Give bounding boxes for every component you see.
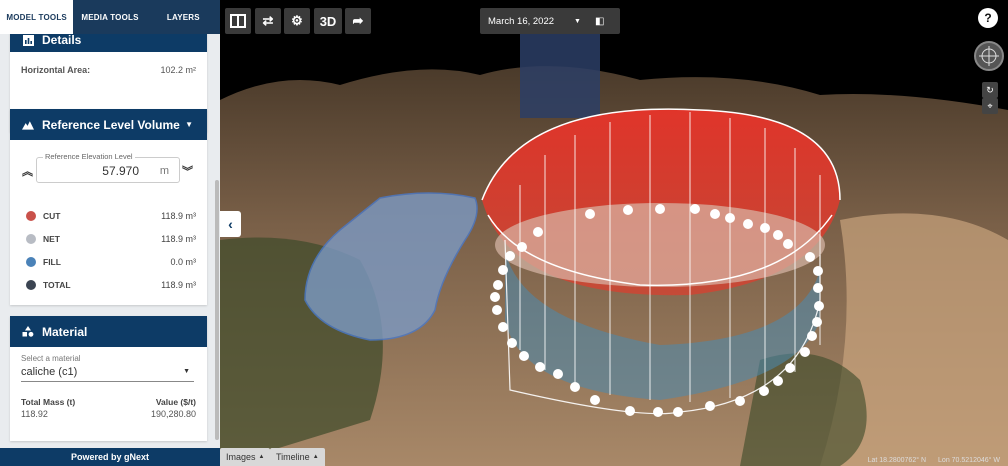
chevron-double-up-icon[interactable]: ︽ xyxy=(22,163,33,179)
volume-value: 0.0 m³ xyxy=(170,257,196,267)
reference-volume-title: Reference Level Volume xyxy=(42,117,180,132)
shapes-icon xyxy=(22,326,34,338)
material-card: Material Select a material caliche (c1) … xyxy=(10,316,207,441)
coordinate-readout: Lat 18.2800762° N Lon 70.5212046° W xyxy=(868,457,1000,464)
caret-up-icon: ▲ xyxy=(312,454,319,460)
focus-icon: ⌖ xyxy=(987,100,993,111)
help-button[interactable]: ? xyxy=(978,8,998,28)
elevation-value[interactable]: 57.970 xyxy=(102,164,139,178)
caret-down-icon: ▼ xyxy=(574,17,581,25)
swap-button[interactable]: ⇄ xyxy=(255,8,281,34)
material-title: Material xyxy=(42,324,88,339)
rotate-icon: ↻ xyxy=(986,84,994,95)
reference-volume-card: Reference Level Volume ▼ ︽ Reference Ele… xyxy=(10,109,207,305)
longitude: Lon 70.5212046° W xyxy=(938,457,1000,464)
elevation-unit: m xyxy=(159,165,169,177)
panel-scrollbar[interactable] xyxy=(215,180,219,440)
volume-name: TOTAL xyxy=(43,280,71,290)
volume-name: NET xyxy=(43,234,60,244)
timeline-tab-label: Timeline xyxy=(276,452,310,462)
tab-model-tools[interactable]: MODEL TOOLS xyxy=(0,0,74,34)
total-mass-value: 118.92 xyxy=(21,409,48,419)
chevron-double-down-icon[interactable]: ︾ xyxy=(182,163,193,179)
gear-icon: ⚙ xyxy=(291,13,303,28)
left-panel: MODEL TOOLS MEDIA TOOLS LAYERS Details H… xyxy=(0,0,220,466)
split-view-button[interactable] xyxy=(225,8,251,34)
value-value: 190,280.80 xyxy=(150,409,196,419)
cut-color-dot xyxy=(26,211,36,221)
reference-volume-header[interactable]: Reference Level Volume ▼ xyxy=(10,109,207,140)
material-select[interactable]: caliche (c1) ▼ xyxy=(21,366,194,382)
share-button[interactable]: ➦ xyxy=(345,8,371,34)
tab-layers[interactable]: LAYERS xyxy=(147,0,220,34)
point-cloud-scene xyxy=(220,0,1008,466)
settings-button[interactable]: ⚙ xyxy=(284,8,310,34)
elevation-field[interactable]: Reference Elevation Level 57.970 m xyxy=(36,152,180,183)
compass-icon xyxy=(979,46,999,66)
share-arrow-icon: ➦ xyxy=(352,13,364,28)
volume-name: FILL xyxy=(43,257,61,267)
volume-value: 118.9 m³ xyxy=(161,280,196,290)
total-color-dot xyxy=(26,280,36,290)
volume-name: CUT xyxy=(43,211,61,221)
collapse-panel-button[interactable]: ‹ xyxy=(220,211,241,237)
three-d-button[interactable]: 3D xyxy=(314,8,342,34)
material-selected-value: caliche (c1) xyxy=(21,366,78,378)
material-header[interactable]: Material xyxy=(10,316,207,347)
swap-arrows-icon: ⇄ xyxy=(262,13,274,28)
reset-rotation-button[interactable]: ↻ xyxy=(982,82,998,98)
scene-viewport[interactable]: ⇄ ⚙ 3D ➦ March 16, 2022 ▼ ◧ ? ↻ ⌖ ‹ Imag… xyxy=(220,0,1008,466)
chevron-left-icon: ‹ xyxy=(228,216,233,232)
latitude: Lat 18.2800762° N xyxy=(867,457,927,464)
caret-down-icon[interactable]: ▼ xyxy=(185,120,193,129)
material-select-label: Select a material xyxy=(21,354,81,363)
compass-control[interactable] xyxy=(974,41,1004,71)
elevation-label: Reference Elevation Level xyxy=(43,152,135,161)
volume-row-fill: FILL 0.0 m³ xyxy=(26,255,196,269)
images-tab[interactable]: Images ▲ xyxy=(220,448,271,466)
date-value: March 16, 2022 xyxy=(488,15,555,27)
tool-tabs: MODEL TOOLS MEDIA TOOLS LAYERS xyxy=(0,0,220,34)
date-selector[interactable]: March 16, 2022 ▼ ◧ xyxy=(480,8,620,34)
powered-by-footer: Powered by gNext xyxy=(0,448,220,466)
split-view-icon xyxy=(230,14,246,28)
details-title: Details xyxy=(42,34,82,47)
volume-value: 118.9 m³ xyxy=(161,211,196,221)
compare-icon[interactable]: ◧ xyxy=(595,16,604,27)
recenter-button[interactable]: ⌖ xyxy=(982,98,998,114)
total-mass-label: Total Mass (t) xyxy=(21,397,76,407)
fill-color-dot xyxy=(26,257,36,267)
horizontal-area-label: Horizontal Area: xyxy=(21,65,91,75)
tab-media-tools[interactable]: MEDIA TOOLS xyxy=(73,0,146,34)
mountain-icon xyxy=(22,119,34,131)
timeline-tab[interactable]: Timeline ▲ xyxy=(270,448,325,466)
images-tab-label: Images xyxy=(226,452,256,462)
horizontal-area-value: 102.2 m² xyxy=(160,65,196,75)
volume-row-net: NET 118.9 m³ xyxy=(26,232,196,246)
details-header[interactable]: Details xyxy=(10,34,207,52)
caret-down-icon: ▼ xyxy=(183,368,190,375)
volume-value: 118.9 m³ xyxy=(161,234,196,244)
panel-scroll-area: Details Horizontal Area: 102.2 m² Refere… xyxy=(0,34,220,448)
value-label: Value ($/t) xyxy=(155,397,196,407)
volume-row-cut: CUT 118.9 m³ xyxy=(26,209,196,223)
chart-icon xyxy=(22,34,34,46)
caret-up-icon: ▲ xyxy=(258,454,265,460)
net-color-dot xyxy=(26,234,36,244)
volume-row-total: TOTAL 118.9 m³ xyxy=(26,278,196,292)
